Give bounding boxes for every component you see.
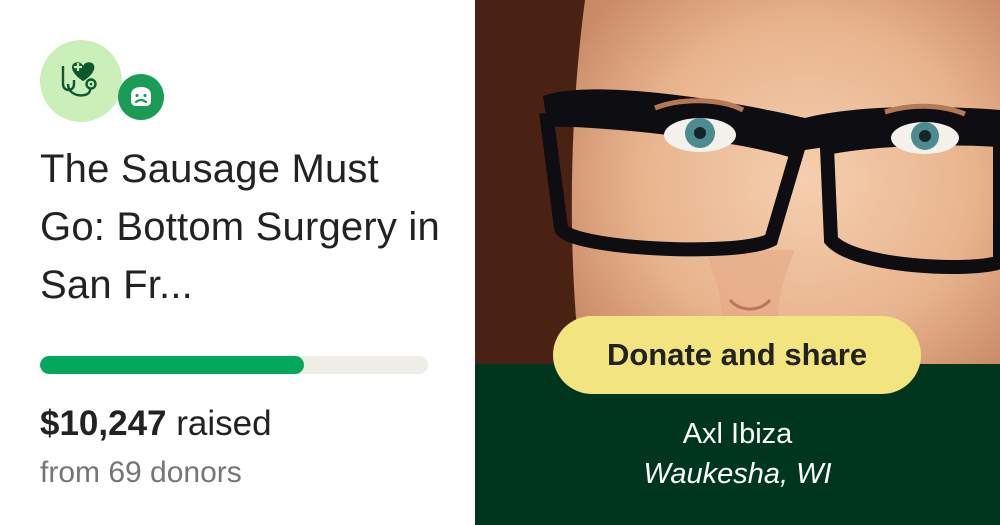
amount-raised: $10,247 raised: [40, 404, 272, 444]
donor-count: from 69 donors: [40, 456, 242, 489]
organizer-panel: Donate and share Axl Ibiza Waukesha, WI: [475, 0, 1000, 525]
organizer-location: Waukesha, WI: [643, 458, 832, 490]
progress-fill: [40, 356, 304, 374]
medical-category-icon: [40, 40, 122, 122]
donate-and-share-button[interactable]: Donate and share: [553, 316, 921, 394]
raised-amount: $10,247: [40, 404, 167, 443]
campaign-title[interactable]: The Sausage Must Go: Bottom Surgery in S…: [40, 140, 450, 314]
campaign-card: The Sausage Must Go: Bottom Surgery in S…: [0, 0, 475, 525]
organizer-name: Axl Ibiza: [682, 418, 793, 450]
fundraising-progress-bar: [40, 356, 428, 374]
gofundme-logo-icon: [118, 74, 164, 120]
raised-label: raised: [176, 404, 272, 443]
